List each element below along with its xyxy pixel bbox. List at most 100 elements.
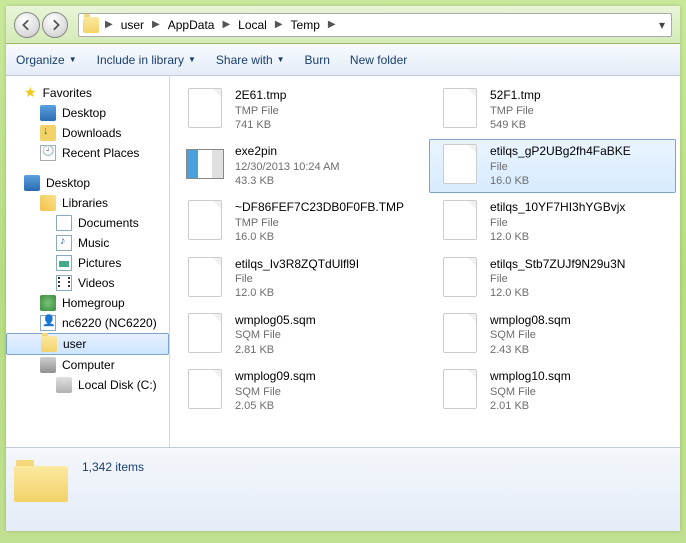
chevron-right-icon[interactable]: ▶ xyxy=(326,19,338,30)
organize-button[interactable]: Organize ▼ xyxy=(16,53,77,67)
navigation-pane: ★Favorites Desktop Downloads Recent Plac… xyxy=(6,76,170,447)
chevron-right-icon[interactable]: ▶ xyxy=(103,19,115,30)
sidebar-item-libraries[interactable]: Libraries xyxy=(6,193,169,213)
explorer-window: ▶ user ▶ AppData ▶ Local ▶ Temp ▶ ▾ Orga… xyxy=(6,6,680,531)
sidebar-item-network-user[interactable]: nc6220 (NC6220) xyxy=(6,313,169,333)
file-item[interactable]: etilqs_Iv3R8ZQTdUlfl9IFile12.0 KB xyxy=(174,252,421,306)
pictures-icon xyxy=(56,255,72,271)
breadcrumb-segment[interactable]: user xyxy=(115,14,150,36)
desktop-icon xyxy=(40,105,56,121)
file-type: TMP File xyxy=(235,216,404,230)
sidebar-desktop-root[interactable]: Desktop xyxy=(6,173,169,193)
file-size: 2.05 KB xyxy=(235,399,316,413)
back-arrow-icon xyxy=(21,19,33,31)
file-size: 2.01 KB xyxy=(490,399,571,413)
toolbar: Organize ▼ Include in library ▼ Share wi… xyxy=(6,44,680,76)
documents-icon xyxy=(56,215,72,231)
file-size: 2.81 KB xyxy=(235,343,316,357)
user-icon xyxy=(40,315,56,331)
file-item[interactable]: wmplog05.sqmSQM File2.81 KB xyxy=(174,308,421,362)
share-with-button[interactable]: Share with ▼ xyxy=(216,53,285,67)
include-in-library-button[interactable]: Include in library ▼ xyxy=(97,53,196,67)
file-info: wmplog05.sqmSQM File2.81 KB xyxy=(235,313,316,357)
sidebar-item-homegroup[interactable]: Homegroup xyxy=(6,293,169,313)
address-bar[interactable]: ▶ user ▶ AppData ▶ Local ▶ Temp ▶ ▾ xyxy=(78,13,672,37)
file-item[interactable]: etilqs_10YF7HI3hYGBvjxFile12.0 KB xyxy=(429,195,676,249)
sidebar-item-computer[interactable]: Computer xyxy=(6,355,169,375)
forward-button[interactable] xyxy=(42,12,68,38)
file-type: TMP File xyxy=(235,104,286,118)
file-name: etilqs_gP2UBg2fh4FaBKE xyxy=(490,144,631,160)
videos-icon xyxy=(56,275,72,291)
file-name: wmplog05.sqm xyxy=(235,313,316,329)
sidebar-item-pictures[interactable]: Pictures xyxy=(6,253,169,273)
file-name: etilqs_10YF7HI3hYGBvjx xyxy=(490,200,625,216)
chevron-right-icon[interactable]: ▶ xyxy=(150,19,162,30)
music-icon xyxy=(56,235,72,251)
file-info: wmplog08.sqmSQM File2.43 KB xyxy=(490,313,571,357)
breadcrumb-segment[interactable]: Temp xyxy=(285,14,326,36)
file-size: 12.0 KB xyxy=(235,286,359,300)
downloads-icon xyxy=(40,125,56,141)
file-size: 16.0 KB xyxy=(490,174,631,188)
file-icon xyxy=(440,200,480,240)
sidebar-item-downloads[interactable]: Downloads xyxy=(6,123,169,143)
file-size: 12.0 KB xyxy=(490,286,625,300)
sidebar-item-user[interactable]: user xyxy=(6,333,169,355)
file-item[interactable]: etilqs_gP2UBg2fh4FaBKEFile16.0 KB xyxy=(429,139,676,193)
folder-icon xyxy=(41,336,57,352)
libraries-icon xyxy=(40,195,56,211)
folder-icon xyxy=(83,17,99,33)
file-icon xyxy=(440,88,480,128)
computer-icon xyxy=(40,357,56,373)
sidebar-item-documents[interactable]: Documents xyxy=(6,213,169,233)
file-info: exe2pin12/30/2013 10:24 AM43.3 KB xyxy=(235,144,340,188)
file-info: 52F1.tmpTMP File549 KB xyxy=(490,88,541,132)
chevron-down-icon: ▼ xyxy=(69,55,77,64)
sidebar-item-desktop[interactable]: Desktop xyxy=(6,103,169,123)
chevron-right-icon[interactable]: ▶ xyxy=(273,19,285,30)
file-icon xyxy=(185,257,225,297)
file-size: 741 KB xyxy=(235,118,286,132)
file-info: wmplog09.sqmSQM File2.05 KB xyxy=(235,369,316,413)
file-info: etilqs_Stb7ZUJf9N29u3NFile12.0 KB xyxy=(490,257,625,301)
burn-button[interactable]: Burn xyxy=(305,53,330,67)
file-item[interactable]: ~DF86FEF7C23DB0F0FB.TMPTMP File16.0 KB xyxy=(174,195,421,249)
nav-buttons xyxy=(14,12,68,38)
file-type: File xyxy=(235,272,359,286)
folder-large-icon xyxy=(14,456,68,510)
file-size: 2.43 KB xyxy=(490,343,571,357)
breadcrumb-segment[interactable]: Local xyxy=(232,14,273,36)
star-icon: ★ xyxy=(24,84,37,101)
breadcrumb-segment[interactable]: AppData xyxy=(162,14,221,36)
desktop-icon xyxy=(24,175,40,191)
back-button[interactable] xyxy=(14,12,40,38)
file-item[interactable]: etilqs_Stb7ZUJf9N29u3NFile12.0 KB xyxy=(429,252,676,306)
file-name: wmplog10.sqm xyxy=(490,369,571,385)
file-item[interactable]: exe2pin12/30/2013 10:24 AM43.3 KB xyxy=(174,139,421,193)
file-type: SQM File xyxy=(235,385,316,399)
file-size: 43.3 KB xyxy=(235,174,340,188)
file-name: etilqs_Iv3R8ZQTdUlfl9I xyxy=(235,257,359,273)
file-item[interactable]: 2E61.tmpTMP File741 KB xyxy=(174,83,421,137)
sidebar-item-recent-places[interactable]: Recent Places xyxy=(6,143,169,163)
file-item[interactable]: 52F1.tmpTMP File549 KB xyxy=(429,83,676,137)
sidebar-item-music[interactable]: Music xyxy=(6,233,169,253)
file-item[interactable]: wmplog08.sqmSQM File2.43 KB xyxy=(429,308,676,362)
file-name: 52F1.tmp xyxy=(490,88,541,104)
sidebar-item-videos[interactable]: Videos xyxy=(6,273,169,293)
file-icon xyxy=(440,144,480,184)
file-info: etilqs_gP2UBg2fh4FaBKEFile16.0 KB xyxy=(490,144,631,188)
sidebar-item-local-disk[interactable]: Local Disk (C:) xyxy=(6,375,169,395)
sidebar-favorites[interactable]: ★Favorites xyxy=(6,82,169,103)
chevron-down-icon: ▼ xyxy=(188,55,196,64)
titlebar: ▶ user ▶ AppData ▶ Local ▶ Temp ▶ ▾ xyxy=(6,6,680,44)
address-dropdown[interactable]: ▾ xyxy=(653,18,671,32)
file-name: wmplog08.sqm xyxy=(490,313,571,329)
file-item[interactable]: wmplog10.sqmSQM File2.01 KB xyxy=(429,364,676,418)
chevron-right-icon[interactable]: ▶ xyxy=(220,19,232,30)
new-folder-button[interactable]: New folder xyxy=(350,53,407,67)
chevron-down-icon: ▼ xyxy=(277,55,285,64)
file-item[interactable]: wmplog09.sqmSQM File2.05 KB xyxy=(174,364,421,418)
details-pane: 1,342 items xyxy=(6,447,680,531)
